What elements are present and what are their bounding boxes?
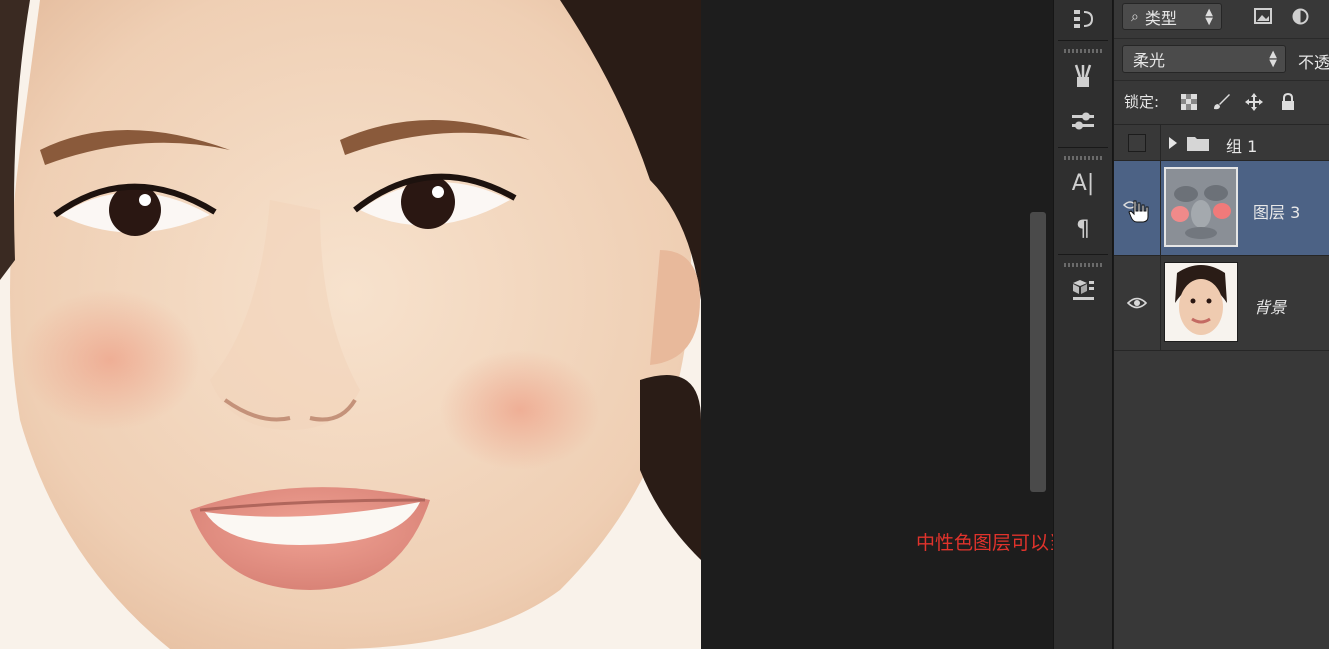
visibility-off-box xyxy=(1128,134,1146,152)
layer-row-background[interactable]: 背景 xyxy=(1114,255,1329,351)
lock-label: 锁定: xyxy=(1124,93,1160,111)
visibility-toggle[interactable] xyxy=(1114,125,1161,161)
select-arrows-icon: ▲ ▼ xyxy=(1205,6,1213,27)
blend-mode-label: 柔光 xyxy=(1133,51,1166,70)
lock-paint-icon[interactable] xyxy=(1212,93,1230,111)
expand-triangle-icon[interactable] xyxy=(1168,136,1178,150)
blend-mode-bar: 柔光 ▲ ▼ 不透 xyxy=(1114,38,1329,79)
layer-name[interactable]: 图层 3 xyxy=(1253,199,1300,223)
canvas-image[interactable] xyxy=(0,0,701,649)
image-filter-icon[interactable] xyxy=(1254,8,1272,24)
history-icon[interactable] xyxy=(1054,0,1112,38)
brush-presets-icon[interactable] xyxy=(1054,53,1112,99)
magnifier-icon: ⌕ xyxy=(1131,8,1139,25)
lock-bar: 锁定: xyxy=(1114,80,1329,121)
hand-pointer-icon xyxy=(1122,200,1149,223)
canvas-scrollbar-thumb[interactable] xyxy=(1030,212,1046,492)
folder-icon xyxy=(1187,137,1209,151)
filter-kind-select[interactable]: ⌕ 类型 ▲ ▼ xyxy=(1122,3,1222,30)
layers-panel: ⌕ 类型 ▲ ▼ 柔光 ▲ ▼ 不透 锁定: 组 1 图层 3 背景 xyxy=(1113,0,1329,649)
blend-mode-select[interactable]: 柔光 ▲ ▼ xyxy=(1122,45,1286,73)
layer-row-layer3[interactable]: 图层 3 xyxy=(1114,160,1329,255)
filter-kind-label: 类型 xyxy=(1144,8,1177,28)
opacity-label: 不透 xyxy=(1298,53,1329,72)
lock-transparent-icon[interactable] xyxy=(1180,93,1198,111)
paragraph-icon[interactable]: ¶ xyxy=(1054,206,1112,252)
adjustment-filter-icon[interactable] xyxy=(1292,8,1309,25)
layer-name[interactable]: 背景 xyxy=(1254,294,1286,318)
panel-dock-toolbar: A| ¶ xyxy=(1053,0,1113,649)
layer-thumbnail[interactable] xyxy=(1164,167,1238,247)
3d-icon[interactable] xyxy=(1054,267,1112,313)
character-icon[interactable]: A| xyxy=(1054,160,1112,206)
eye-icon xyxy=(1127,297,1147,309)
lock-move-icon[interactable] xyxy=(1245,93,1263,111)
layer-thumbnail[interactable] xyxy=(1164,262,1238,342)
lock-all-icon[interactable] xyxy=(1279,93,1297,111)
visibility-toggle[interactable] xyxy=(1114,161,1161,255)
layer-filter-bar: ⌕ 类型 ▲ ▼ xyxy=(1114,0,1329,36)
tool-presets-icon[interactable] xyxy=(1054,99,1112,145)
select-arrows-icon: ▲ ▼ xyxy=(1269,49,1277,69)
portrait-photo xyxy=(0,0,701,649)
layer-row-group[interactable]: 组 1 xyxy=(1114,124,1329,161)
layer-name[interactable]: 组 1 xyxy=(1226,133,1257,157)
visibility-toggle[interactable] xyxy=(1114,256,1161,350)
